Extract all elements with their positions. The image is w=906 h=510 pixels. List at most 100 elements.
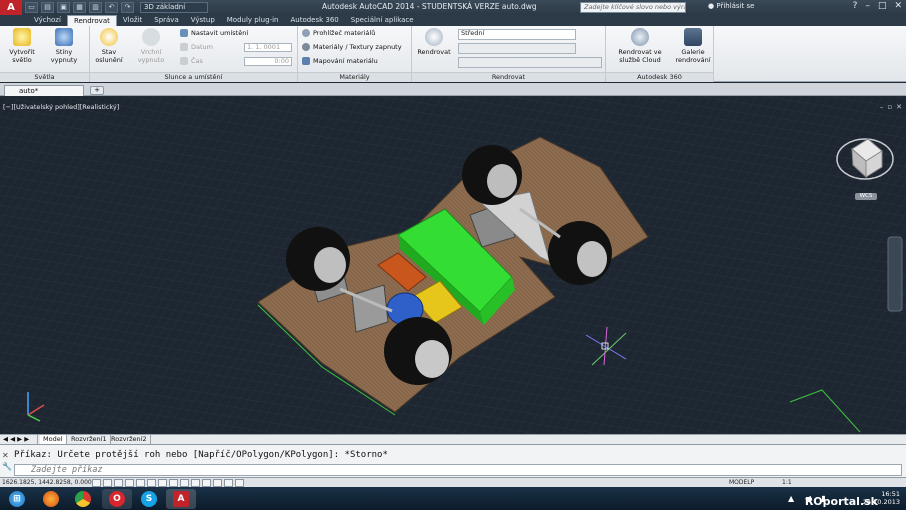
ducs-toggle[interactable] bbox=[180, 479, 189, 487]
new-tab-button[interactable]: + bbox=[90, 86, 104, 95]
grid-toggle[interactable] bbox=[114, 479, 123, 487]
sun-status-button[interactable]: Stav oslunění bbox=[94, 28, 124, 64]
model-space-toggle[interactable]: MODELP bbox=[729, 479, 754, 486]
ortho-toggle[interactable] bbox=[125, 479, 134, 487]
autocad-logo-icon[interactable]: A bbox=[0, 0, 22, 15]
maximize-icon[interactable]: □ bbox=[878, 1, 887, 11]
print-icon[interactable]: ▥ bbox=[89, 2, 102, 13]
polar-toggle[interactable] bbox=[136, 479, 145, 487]
close-icon[interactable]: ✕ bbox=[894, 1, 902, 11]
autocad-taskbar-button[interactable]: A bbox=[166, 489, 196, 509]
set-location-button[interactable]: Nastavit umístění bbox=[180, 29, 248, 37]
tab-vlozit[interactable]: Vložit bbox=[117, 15, 148, 26]
render-panel-title[interactable]: Rendrovat bbox=[412, 72, 605, 82]
3dosnap-toggle[interactable] bbox=[158, 479, 167, 487]
shadows-button[interactable]: Stíny vypnuty bbox=[42, 28, 86, 64]
render-region-field[interactable] bbox=[458, 43, 576, 54]
tab-vychozi[interactable]: Výchozí bbox=[28, 15, 67, 26]
texture-icon bbox=[302, 43, 310, 51]
workspace-select[interactable]: 3D základní bbox=[140, 2, 208, 13]
new-file-icon[interactable]: ▭ bbox=[25, 2, 38, 13]
opera-button[interactable]: O bbox=[102, 489, 132, 509]
drawing-viewport[interactable]: [−][Uživatelský pohled][Realistický] WCS… bbox=[0, 97, 906, 434]
navigation-bar[interactable] bbox=[887, 236, 903, 312]
coordinates-readout[interactable]: 1626.1825, 1442.8258, 0.0000 bbox=[2, 479, 96, 486]
command-history: Příkaz: Určete protější roh nebo [Napříč… bbox=[14, 450, 388, 460]
wheel-rear-left bbox=[548, 221, 612, 285]
skype-icon: S bbox=[141, 491, 157, 507]
gallery-button[interactable]: Galerie rendrování bbox=[674, 28, 712, 64]
search-input[interactable]: Zadejte klíčové slovo nebo výraz. bbox=[580, 2, 686, 13]
tpy-toggle[interactable] bbox=[213, 479, 222, 487]
tab-sprava[interactable]: Správa bbox=[148, 15, 185, 26]
materials-panel-title[interactable]: Materiály bbox=[298, 72, 411, 82]
start-button[interactable]: ⊞ bbox=[2, 489, 32, 509]
firefox-button[interactable] bbox=[36, 489, 66, 509]
a360-panel-title[interactable]: Autodesk 360 bbox=[606, 72, 713, 82]
tab-moduly[interactable]: Moduly plug-in bbox=[221, 15, 285, 26]
save-as-icon[interactable]: ▦ bbox=[73, 2, 86, 13]
time-field[interactable]: 0:00 bbox=[244, 57, 292, 66]
windows-taskbar: ⊞ O S A ▲ ◀ ▮ ROportal.sk 16:51 26.10.20… bbox=[0, 487, 906, 510]
materials-panel: Prohlížeč materiálů Materiály / Textury … bbox=[298, 26, 412, 82]
wcs-label: WCS bbox=[859, 193, 873, 199]
skype-button[interactable]: S bbox=[134, 489, 164, 509]
vp-close-icon[interactable]: ✕ bbox=[896, 103, 902, 111]
tab-vystup[interactable]: Výstup bbox=[185, 15, 221, 26]
material-mapping-button[interactable]: Mapování materiálu bbox=[302, 57, 378, 65]
create-light-button[interactable]: Vytvořit světlo bbox=[4, 28, 40, 64]
layout-tabs: ◀ ◀ ▶ ▶ Model Rozvržení1 Rozvržení2 bbox=[0, 434, 906, 445]
tab-autodesk360[interactable]: Autodesk 360 bbox=[284, 15, 344, 26]
chrome-button[interactable] bbox=[68, 489, 98, 509]
render-button[interactable]: Rendrovat bbox=[416, 28, 452, 56]
status-bar: 1626.1825, 1442.8258, 0.0000 MODELP 1:1 bbox=[0, 477, 906, 487]
tab-specialni[interactable]: Speciální aplikace bbox=[345, 15, 420, 26]
shadow-icon bbox=[55, 28, 73, 46]
chrome-icon bbox=[75, 491, 91, 507]
minimize-icon[interactable]: – bbox=[865, 1, 870, 11]
windows-logo-icon: ⊞ bbox=[9, 491, 25, 507]
viewport-label[interactable]: [−][Uživatelský pohled][Realistický] bbox=[3, 103, 119, 111]
sc-toggle[interactable] bbox=[235, 479, 244, 487]
otrack-toggle[interactable] bbox=[169, 479, 178, 487]
window-title: Autodesk AutoCAD 2014 - STUDENTSKÁ VERZE… bbox=[322, 2, 537, 11]
cloud-render-button[interactable]: Rendrovat ve službě Cloud bbox=[608, 28, 672, 64]
lights-panel-title[interactable]: Světla bbox=[0, 72, 89, 82]
render-output-field[interactable] bbox=[458, 57, 602, 68]
qp-toggle[interactable] bbox=[224, 479, 233, 487]
tab-rendrovat[interactable]: Rendrovat bbox=[66, 15, 117, 26]
cloud-icon bbox=[631, 28, 649, 46]
sky-icon bbox=[142, 28, 160, 46]
osnap-toggle[interactable] bbox=[147, 479, 156, 487]
sky-button[interactable]: Vrchní vypnuto bbox=[128, 28, 174, 64]
undo-icon[interactable]: ↶ bbox=[105, 2, 118, 13]
wheel-front-left bbox=[286, 227, 350, 291]
dyn-toggle[interactable] bbox=[191, 479, 200, 487]
snap-toggle[interactable] bbox=[103, 479, 112, 487]
render-quality-select[interactable]: Střední bbox=[458, 29, 576, 40]
open-file-icon[interactable]: ▤ bbox=[41, 2, 54, 13]
redo-icon[interactable]: ↷ bbox=[121, 2, 134, 13]
command-input[interactable]: Zadejte příkaz bbox=[14, 464, 902, 476]
save-icon[interactable]: ▣ bbox=[57, 2, 70, 13]
sphere-icon bbox=[302, 29, 310, 37]
command-line-controls[interactable]: ✕ 🔧 bbox=[2, 450, 12, 472]
login-button[interactable]: ● Přihlásit se bbox=[708, 2, 754, 10]
help-icon[interactable]: ? bbox=[853, 1, 858, 11]
textures-button[interactable]: Materiály / Textury zapnuty bbox=[302, 43, 402, 51]
sun-panel-title[interactable]: Slunce a umístění bbox=[90, 72, 297, 82]
vp-restore-icon[interactable]: ▫ bbox=[887, 103, 892, 111]
date-field[interactable]: 1. 1. 0001 bbox=[244, 43, 292, 52]
mapping-icon bbox=[302, 57, 310, 65]
system-clock[interactable]: 16:51 26.10.2013 bbox=[863, 490, 900, 506]
document-tab-auto[interactable]: auto* bbox=[4, 85, 84, 96]
sun-icon bbox=[100, 28, 118, 46]
render-panel: Rendrovat Střední Rendrovat bbox=[412, 26, 606, 82]
material-browser-button[interactable]: Prohlížeč materiálů bbox=[302, 29, 375, 37]
viewport-canvas[interactable] bbox=[0, 97, 906, 434]
vp-minimize-icon[interactable]: – bbox=[880, 103, 884, 111]
window-controls: ? – □ ✕ bbox=[853, 1, 902, 11]
infer-constraints-toggle[interactable] bbox=[92, 479, 101, 487]
annotation-scale[interactable]: 1:1 bbox=[782, 479, 792, 486]
lwt-toggle[interactable] bbox=[202, 479, 211, 487]
